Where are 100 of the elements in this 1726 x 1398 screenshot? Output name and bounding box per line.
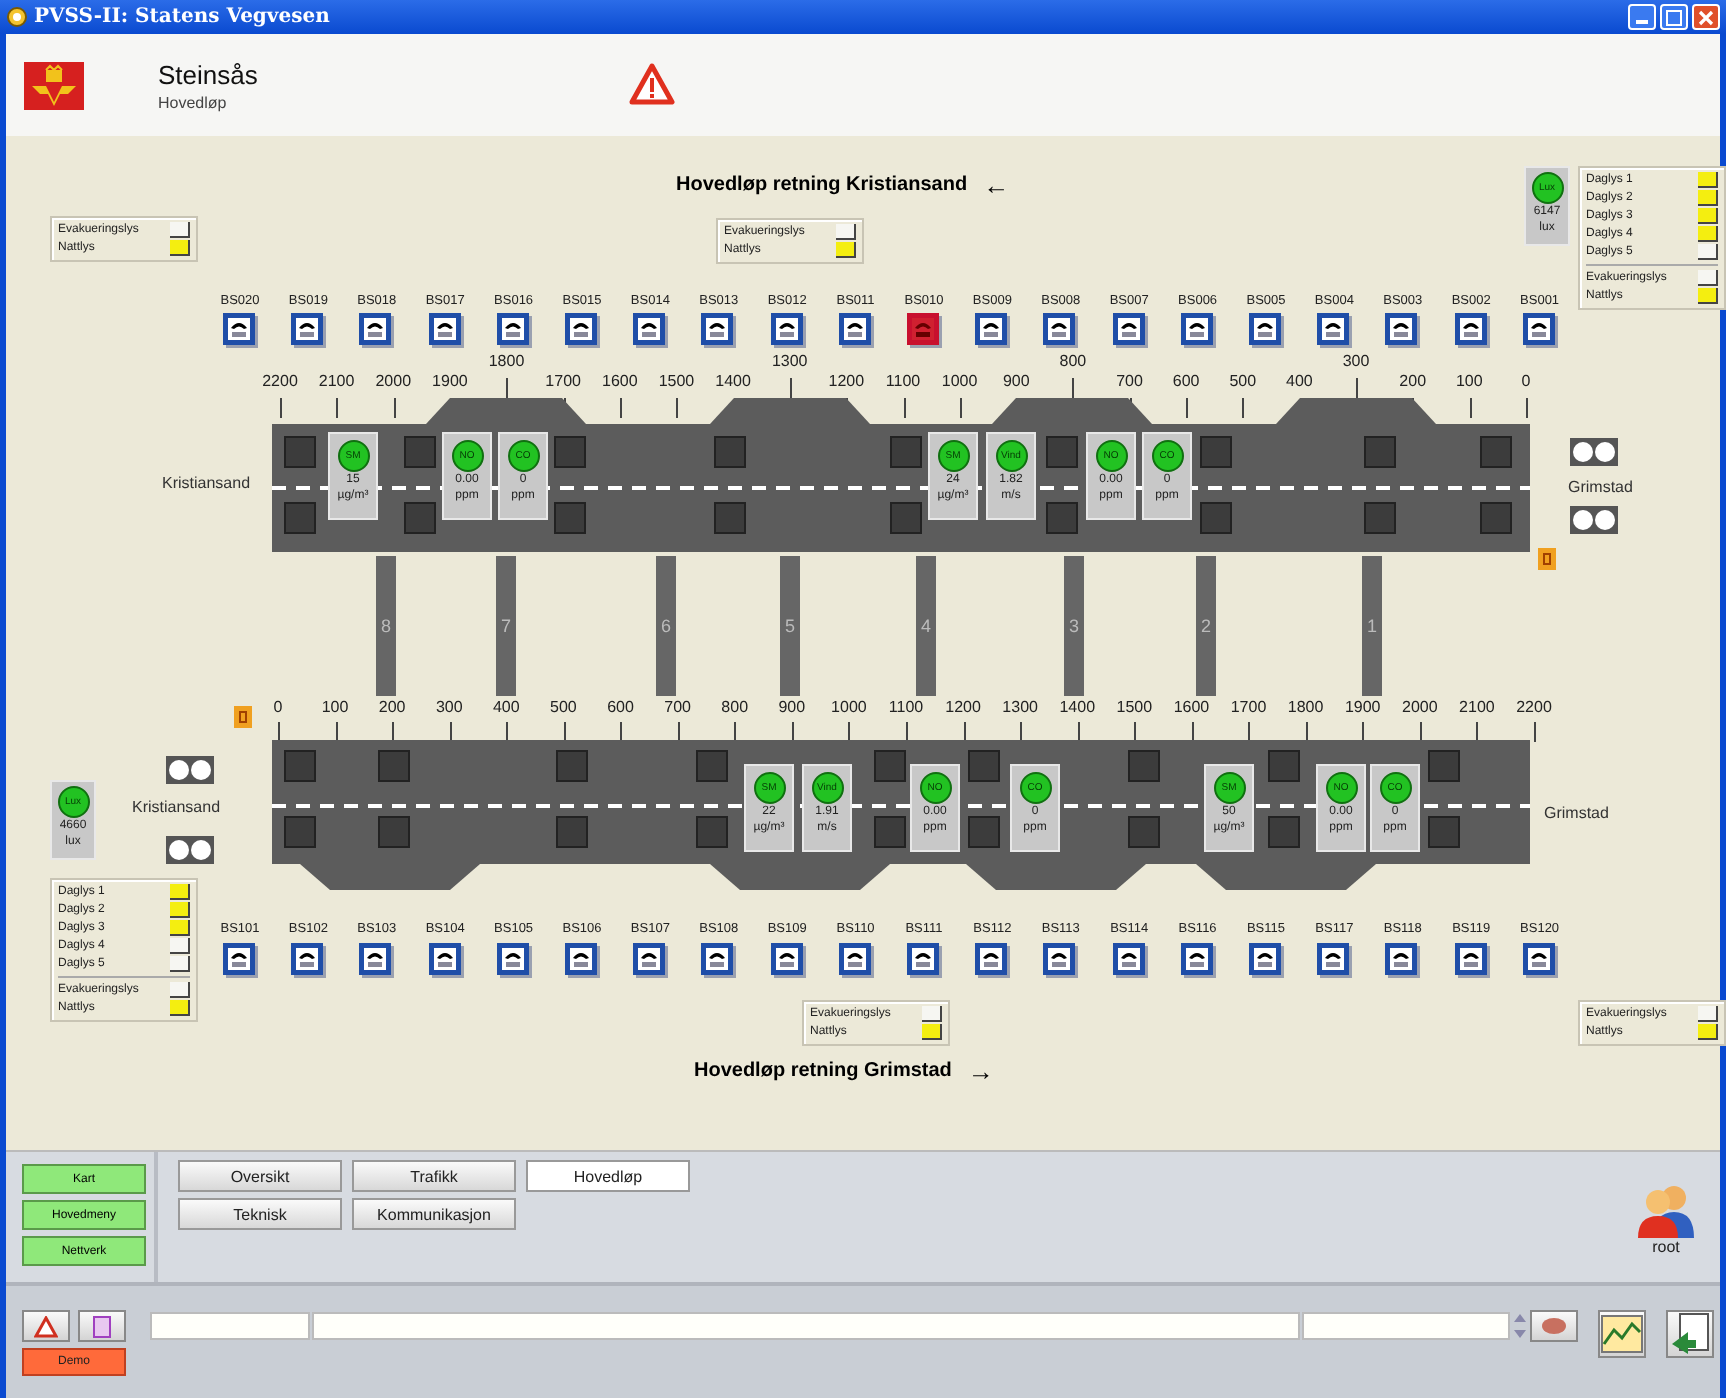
nav-tab[interactable]: Teknisk	[178, 1198, 342, 1230]
phone-icon[interactable]	[1042, 312, 1079, 348]
phone-icon[interactable]	[1316, 942, 1353, 978]
phone-icon[interactable]	[769, 312, 806, 348]
light-indicator[interactable]	[170, 884, 190, 900]
light-indicator[interactable]	[170, 240, 190, 256]
light-indicator[interactable]	[1698, 244, 1718, 260]
square-marker[interactable]	[378, 816, 410, 848]
phone-icon[interactable]	[906, 312, 942, 348]
square-marker[interactable]	[1046, 502, 1078, 534]
phone-icon[interactable]	[837, 312, 874, 348]
phone-icon[interactable]	[427, 312, 464, 348]
square-marker[interactable]	[1046, 436, 1078, 468]
phone-icon[interactable]	[564, 942, 600, 978]
traffic-signal-icon[interactable]	[166, 756, 214, 784]
phone-icon[interactable]	[358, 942, 395, 978]
square-marker[interactable]	[284, 502, 316, 534]
square-marker[interactable]	[1128, 816, 1160, 848]
phone-icon[interactable]	[1521, 942, 1558, 978]
phone-icon[interactable]	[974, 942, 1011, 978]
traffic-signal-icon[interactable]	[1570, 506, 1618, 534]
trend-button[interactable]	[1598, 1310, 1646, 1358]
phone-icon[interactable]	[1179, 312, 1216, 348]
phone-icon[interactable]	[906, 942, 942, 978]
square-marker[interactable]	[890, 502, 922, 534]
phone-icon[interactable]	[769, 942, 806, 978]
phone-icon[interactable]	[700, 312, 737, 348]
square-marker[interactable]	[1364, 436, 1396, 468]
minimize-button[interactable]	[1628, 4, 1656, 30]
input-field[interactable]	[150, 1312, 310, 1340]
light-indicator[interactable]	[170, 938, 190, 954]
square-marker[interactable]	[1200, 502, 1232, 534]
phone-icon[interactable]	[974, 312, 1011, 348]
square-marker[interactable]	[874, 816, 906, 848]
phone-icon[interactable]	[1111, 312, 1148, 348]
square-marker[interactable]	[1428, 750, 1460, 782]
nav-tab[interactable]: Trafikk	[352, 1160, 516, 1192]
phone-icon[interactable]	[222, 312, 258, 348]
light-indicator[interactable]	[836, 224, 856, 240]
square-marker[interactable]	[968, 816, 1000, 848]
phone-icon[interactable]	[290, 942, 327, 978]
nav-tab[interactable]: Oversikt	[178, 1160, 342, 1192]
phone-icon[interactable]	[222, 942, 258, 978]
phone-icon[interactable]	[358, 312, 395, 348]
warning-icon[interactable]	[628, 62, 676, 106]
close-button[interactable]	[1692, 4, 1720, 30]
square-marker[interactable]	[1200, 436, 1232, 468]
light-indicator[interactable]	[1698, 288, 1718, 304]
phone-icon[interactable]	[1521, 312, 1558, 348]
phone-icon[interactable]	[1111, 942, 1148, 978]
phone-icon[interactable]	[1179, 942, 1216, 978]
light-indicator[interactable]	[1698, 270, 1718, 286]
phone-icon[interactable]	[837, 942, 874, 978]
phone-icon[interactable]	[1248, 942, 1284, 978]
square-marker[interactable]	[714, 436, 746, 468]
light-indicator[interactable]	[1698, 1024, 1718, 1040]
light-indicator[interactable]	[922, 1024, 942, 1040]
square-marker[interactable]	[1364, 502, 1396, 534]
square-marker[interactable]	[696, 750, 728, 782]
phone-icon[interactable]	[1453, 942, 1490, 978]
square-marker[interactable]	[556, 816, 588, 848]
light-indicator[interactable]	[1698, 226, 1718, 242]
phone-icon[interactable]	[1248, 312, 1284, 348]
phone-icon[interactable]	[1384, 942, 1421, 978]
phone-icon[interactable]	[632, 942, 669, 978]
light-indicator[interactable]	[836, 242, 856, 258]
status-icon[interactable]	[1538, 548, 1556, 570]
phone-icon[interactable]	[1384, 312, 1421, 348]
square-marker[interactable]	[1268, 750, 1300, 782]
nav-tab[interactable]: Kommunikasjon	[352, 1198, 516, 1230]
nav-tab[interactable]: Hovedløp	[526, 1160, 690, 1192]
light-indicator[interactable]	[170, 902, 190, 918]
light-indicator[interactable]	[170, 956, 190, 972]
input-field[interactable]	[312, 1312, 1300, 1340]
square-marker[interactable]	[890, 436, 922, 468]
phone-icon[interactable]	[495, 312, 532, 348]
light-indicator[interactable]	[1698, 190, 1718, 206]
square-marker[interactable]	[404, 502, 436, 534]
light-indicator[interactable]	[922, 1006, 942, 1022]
phone-icon[interactable]	[1316, 312, 1353, 348]
light-indicator[interactable]	[170, 982, 190, 998]
square-marker[interactable]	[1428, 816, 1460, 848]
square-marker[interactable]	[968, 750, 1000, 782]
square-marker[interactable]	[284, 436, 316, 468]
square-marker[interactable]	[1480, 502, 1512, 534]
phone-icon[interactable]	[564, 312, 600, 348]
square-marker[interactable]	[554, 502, 586, 534]
light-indicator[interactable]	[1698, 172, 1718, 188]
light-indicator[interactable]	[1698, 208, 1718, 224]
square-marker[interactable]	[696, 816, 728, 848]
light-indicator[interactable]	[170, 222, 190, 238]
square-marker[interactable]	[714, 502, 746, 534]
light-indicator[interactable]	[1698, 1006, 1718, 1022]
phone-icon[interactable]	[1042, 942, 1079, 978]
phone-icon[interactable]	[495, 942, 532, 978]
light-indicator[interactable]	[170, 920, 190, 936]
users-icon[interactable]	[1636, 1182, 1696, 1238]
phone-icon[interactable]	[290, 312, 327, 348]
phone-icon[interactable]	[427, 942, 464, 978]
square-marker[interactable]	[1128, 750, 1160, 782]
